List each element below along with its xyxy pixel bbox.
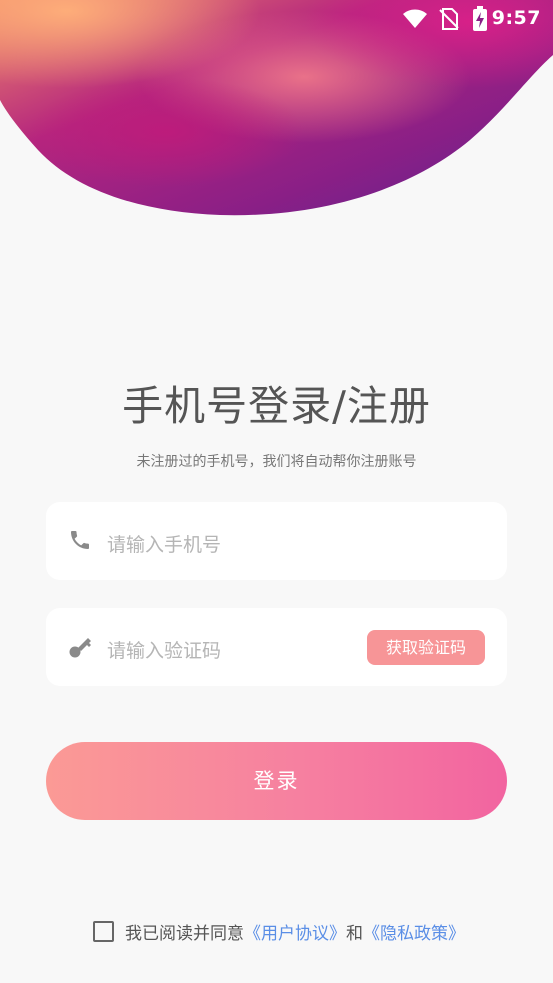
status-time: 9:57: [491, 7, 541, 29]
no-sim-icon: [439, 8, 459, 34]
page-subtitle: 未注册过的手机号，我们将自动帮你注册账号: [136, 454, 417, 470]
page-title: 手机号登录/注册: [122, 382, 431, 430]
phone-input-placeholder[interactable]: 请输入手机号: [107, 530, 221, 557]
phone-field[interactable]: 请输入手机号: [46, 502, 507, 580]
code-field[interactable]: 请输入验证码 获取验证码: [46, 608, 507, 686]
code-input-placeholder[interactable]: 请输入验证码: [107, 636, 221, 663]
phone-icon: [68, 528, 92, 556]
wifi-icon: [402, 8, 428, 34]
privacy-policy-link[interactable]: 《隐私政策》: [363, 924, 465, 944]
agreement-conjunction: 和: [346, 924, 363, 944]
battery-charging-icon: [472, 6, 488, 36]
key-icon: [68, 636, 94, 664]
status-bar: 9:57: [0, 0, 553, 38]
agreement-checkbox[interactable]: [93, 921, 114, 942]
user-agreement-link[interactable]: 《用户协议》: [244, 924, 346, 944]
login-button[interactable]: 登录: [46, 742, 507, 820]
agreement-prefix: 我已阅读并同意: [125, 924, 244, 944]
get-code-button[interactable]: 获取验证码: [367, 630, 485, 665]
agreement-row: 我已阅读并同意《用户协议》和《隐私政策》: [93, 919, 465, 944]
